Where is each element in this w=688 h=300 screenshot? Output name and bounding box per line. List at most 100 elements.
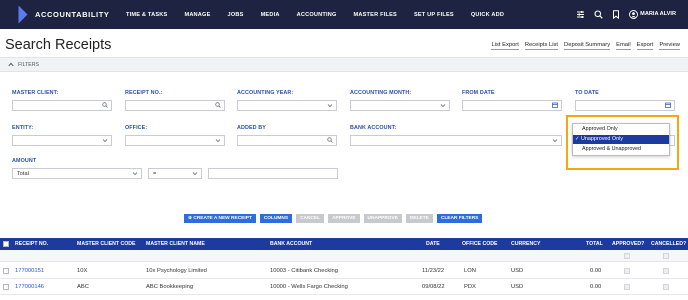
to-date-label: TO DATE [575,90,599,96]
currency-cell: USD [511,284,524,290]
client-code-cell: ABC [77,284,89,290]
create-receipt-label: CREATE A NEW RECEIPT [193,216,252,221]
bank-account-label: BANK ACCOUNT: [350,125,397,131]
calendar-icon[interactable] [665,102,671,110]
col-master-client-name[interactable]: MASTER CLIENT NAME [146,238,205,250]
col-receipt-no[interactable]: RECEIPT NO. [15,238,48,250]
user-name: MARIA ALVIR [640,10,676,17]
amount-type-value: Total [17,170,29,177]
approved-filter-checkbox[interactable] [624,253,630,259]
client-code-cell: 10X [77,268,88,274]
receipt-no-input[interactable] [125,100,225,111]
receipt-no-label: RECEIPT NO.: [125,90,163,96]
receipts-list-link[interactable]: Receipts List [524,42,559,50]
nav-item-time-tasks[interactable]: TIME & TASKS [126,12,167,18]
nav-menu: TIME & TASKS MANAGE JOBS MEDIA ACCOUNTIN… [126,12,504,18]
search-icon [102,102,108,110]
create-receipt-button[interactable]: ⊕ CREATE A NEW RECEIPT [184,214,256,223]
added-by-input[interactable] [237,135,337,146]
col-currency[interactable]: CURRENCY [511,238,540,250]
sliders-icon[interactable] [576,10,585,19]
from-date-input[interactable] [462,100,562,111]
table-filter-row [0,250,688,262]
accounting-month-select[interactable] [350,100,450,111]
col-bank-account[interactable]: BANK ACCOUNT [270,238,312,250]
search-icon [327,137,333,145]
chevron-down-icon [102,136,108,147]
col-cancelled[interactable]: CANCELLED? [651,238,686,250]
cancelled-filter-checkbox[interactable] [663,253,669,259]
col-total[interactable]: TOTAL [586,238,603,250]
nav-item-set-up-files[interactable]: SET UP FILES [414,12,454,18]
chevron-down-icon [192,169,198,180]
table-row[interactable]: 177000146 ABC ABC Bookkeeping 10000 - We… [0,280,688,295]
col-date[interactable]: DATE [426,238,440,250]
filters-toggle[interactable]: FILTERS [8,62,39,68]
search-icon [215,102,221,110]
chevron-down-icon [327,101,333,112]
filters-bar: FILTERS [0,57,688,72]
nav-item-jobs[interactable]: JOBS [228,12,244,18]
cancelled-checkbox [663,284,669,290]
amount-label: AMOUNT [12,158,37,164]
page-title: Search Receipts [5,37,112,53]
preview-link[interactable]: Preview [659,42,680,50]
to-date-input[interactable] [575,100,675,111]
master-client-input[interactable] [12,100,112,111]
total-cell: 0.00 [590,284,602,290]
row-checkbox[interactable] [3,284,9,290]
bank-account-select[interactable] [350,135,562,146]
option-approved-and-unapproved[interactable]: Approved & Unapproved [573,145,669,154]
accounting-year-select[interactable] [237,100,337,111]
chevron-down-icon [215,136,221,147]
bookmark-icon[interactable] [612,10,620,19]
filters-toggle-label: FILTERS [18,61,39,68]
nav-item-accounting[interactable]: ACCOUNTING [297,12,337,18]
col-approved[interactable]: APPROVED? [612,238,644,250]
delete-button[interactable]: DELETE [405,214,433,223]
calendar-icon[interactable] [552,102,558,110]
nav-right: MARIA ALVIR [576,0,676,29]
row-checkbox[interactable] [3,268,9,274]
col-master-client-code[interactable]: MASTER CLIENT CODE [77,238,136,250]
user-menu[interactable]: MARIA ALVIR [629,10,676,19]
clear-filters-button[interactable]: CLEAR FILTERS [436,214,483,223]
amount-operator-select[interactable]: = [148,168,202,179]
columns-button[interactable]: COLUMNS [259,214,293,223]
receipt-no-link[interactable]: 177000151 [15,264,44,279]
receipt-no-link[interactable]: 177000146 [15,280,44,295]
bank-account-cell: 10000 - Wells Fargo Checking [270,284,348,290]
chevron-up-icon [8,62,14,67]
select-all-checkbox[interactable] [3,241,9,247]
logo[interactable]: ACCOUNTABILITY [14,5,120,24]
email-link[interactable]: Email [616,42,631,50]
table-header: RECEIPT NO. MASTER CLIENT CODE MASTER CL… [0,238,688,250]
cancel-button[interactable]: CANCEL [296,214,325,223]
option-unapproved-only[interactable]: ✓ Unapproved Only [573,135,669,144]
amount-value-input[interactable] [208,168,338,179]
deposit-summary-link[interactable]: Deposit Summary [564,42,611,50]
logo-mark-icon [18,5,28,24]
export-link[interactable]: Export [636,42,654,50]
col-office-code[interactable]: OFFICE CODE [462,238,497,250]
date-cell: 11/23/22 [422,268,445,274]
search-icon[interactable] [594,10,603,19]
office-select[interactable] [125,135,225,146]
nav-item-master-files[interactable]: MASTER FILES [354,12,397,18]
approve-button[interactable]: APPROVE [328,214,360,223]
total-cell: 0.00 [590,268,602,274]
from-date-label: FROM DATE [462,90,495,96]
amount-operator-value: = [153,170,157,177]
list-export-link[interactable]: List Export [491,42,519,50]
top-nav: ACCOUNTABILITY TIME & TASKS MANAGE JOBS … [0,0,688,29]
nav-item-manage[interactable]: MANAGE [184,12,210,18]
unapprove-button[interactable]: UNAPPROVE [363,214,402,223]
logo-text: ACCOUNTABILITY [35,10,110,19]
amount-type-select[interactable]: Total [12,168,142,179]
entity-select[interactable] [12,135,112,146]
chevron-down-icon [132,169,138,180]
nav-item-media[interactable]: MEDIA [261,12,280,18]
option-approved-only[interactable]: Approved Only [573,125,669,134]
table-row[interactable]: 177000151 10X 10x Psychology Limited 100… [0,264,688,279]
nav-item-quick-add[interactable]: QUICK ADD [471,12,504,18]
